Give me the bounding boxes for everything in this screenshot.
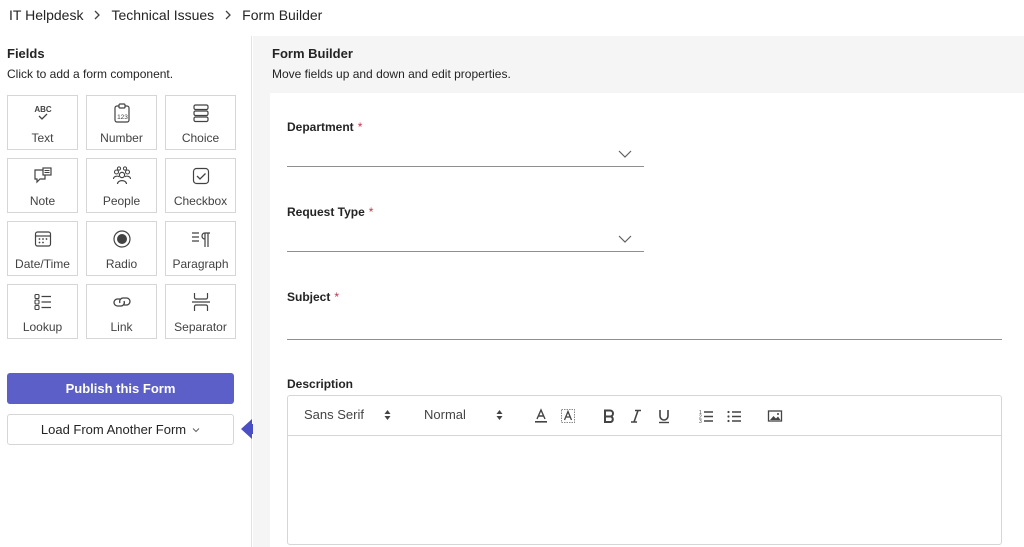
tile-label: Checkbox bbox=[173, 194, 228, 208]
load-from-another-form-button[interactable]: Load From Another Form bbox=[7, 414, 234, 445]
calendar-icon bbox=[32, 228, 54, 250]
chevron-down-icon bbox=[618, 150, 632, 158]
lookup-list-icon bbox=[32, 291, 54, 313]
ordered-list-icon: 123 bbox=[699, 410, 713, 424]
svg-text:ABC: ABC bbox=[34, 105, 52, 114]
fields-panel-subtitle: Click to add a form component. bbox=[7, 67, 174, 81]
updown-arrows-icon bbox=[496, 409, 503, 420]
tile-label: Date/Time bbox=[15, 257, 70, 271]
required-marker: * bbox=[368, 205, 374, 219]
bold-icon bbox=[604, 409, 614, 423]
tile-label: Radio bbox=[105, 257, 138, 271]
people-icon bbox=[111, 165, 133, 187]
request-type-dropdown[interactable] bbox=[287, 230, 644, 252]
text-color-button[interactable] bbox=[531, 406, 551, 426]
font-family-select[interactable]: Sans Serif bbox=[304, 407, 391, 422]
tile-choice[interactable]: Choice bbox=[165, 95, 236, 150]
tile-radio[interactable]: Radio bbox=[86, 221, 157, 276]
field-tiles-grid: ABC Text 123 Number Choice Note People C… bbox=[7, 95, 236, 339]
text-abc-icon: ABC bbox=[32, 102, 54, 124]
updown-arrows-icon bbox=[384, 409, 391, 420]
breadcrumb-technical-issues[interactable]: Technical Issues bbox=[111, 7, 214, 23]
tile-label: Separator bbox=[174, 320, 227, 334]
tile-label: Text bbox=[31, 131, 54, 145]
bold-button[interactable] bbox=[599, 406, 619, 426]
chevron-down-icon bbox=[192, 427, 200, 432]
load-button-label: Load From Another Form bbox=[40, 422, 187, 437]
breadcrumb-it-helpdesk[interactable]: IT Helpdesk bbox=[9, 7, 83, 23]
note-comment-icon bbox=[32, 165, 54, 187]
paragraph-icon bbox=[190, 228, 212, 250]
tile-note[interactable]: Note bbox=[7, 158, 78, 213]
fields-panel: Fields Click to add a form component. AB… bbox=[0, 36, 252, 547]
checkbox-icon bbox=[190, 165, 212, 187]
form-builder-panel: Form Builder Move fields up and down and… bbox=[253, 36, 1024, 547]
tile-label: Note bbox=[29, 194, 56, 208]
subject-input[interactable] bbox=[287, 316, 1002, 340]
text-color-icon bbox=[535, 408, 547, 423]
breadcrumb: IT Helpdesk Technical Issues Form Builde… bbox=[9, 6, 322, 24]
chevron-right-icon bbox=[83, 10, 111, 20]
tile-number[interactable]: 123 Number bbox=[86, 95, 157, 150]
breadcrumb-form-builder[interactable]: Form Builder bbox=[242, 7, 322, 23]
italic-button[interactable] bbox=[626, 406, 646, 426]
italic-icon bbox=[631, 409, 641, 423]
department-label: Department * bbox=[287, 120, 362, 134]
chevron-right-icon bbox=[214, 10, 242, 20]
chevron-down-icon bbox=[618, 235, 632, 243]
publish-form-button[interactable]: Publish this Form bbox=[7, 373, 234, 404]
department-dropdown[interactable] bbox=[287, 145, 644, 167]
tile-label: Lookup bbox=[22, 320, 63, 334]
highlight-color-button[interactable] bbox=[558, 406, 578, 426]
form-builder-title: Form Builder bbox=[272, 46, 353, 61]
bullet-list-icon bbox=[727, 410, 741, 423]
form-canvas: Department * Request Type * Subject * Descr… bbox=[270, 93, 1024, 547]
tile-link[interactable]: Link bbox=[86, 284, 157, 339]
tile-people[interactable]: People bbox=[86, 158, 157, 213]
tile-lookup[interactable]: Lookup bbox=[7, 284, 78, 339]
tile-label: Choice bbox=[181, 131, 220, 145]
tile-date-time[interactable]: Date/Time bbox=[7, 221, 78, 276]
underline-icon bbox=[659, 410, 669, 424]
choice-list-icon bbox=[190, 102, 212, 124]
tile-paragraph[interactable]: Paragraph bbox=[165, 221, 236, 276]
subject-label-text: Subject bbox=[287, 290, 331, 304]
tile-checkbox[interactable]: Checkbox bbox=[165, 158, 236, 213]
description-label: Description bbox=[287, 377, 354, 391]
tile-label: Paragraph bbox=[172, 257, 229, 271]
fields-panel-title: Fields bbox=[7, 46, 45, 61]
bullet-list-button[interactable] bbox=[724, 406, 744, 426]
department-label-text: Department bbox=[287, 120, 354, 134]
editor-toolbar: Sans Serif Normal 1 2 3 bbox=[288, 396, 1001, 436]
tile-label: People bbox=[102, 194, 141, 208]
svg-text:3: 3 bbox=[699, 419, 702, 424]
request-type-label: Request Type * bbox=[287, 205, 373, 219]
tile-label: Link bbox=[110, 320, 133, 334]
highlight-color-icon bbox=[561, 409, 575, 423]
number-clipboard-icon: 123 bbox=[111, 102, 133, 124]
ordered-list-button[interactable]: 123 bbox=[696, 406, 716, 426]
description-rich-text-editor: Sans Serif Normal 1 2 3 bbox=[287, 395, 1002, 545]
svg-text:123: 123 bbox=[117, 114, 128, 121]
link-icon bbox=[111, 291, 133, 313]
request-type-label-text: Request Type bbox=[287, 205, 365, 219]
required-marker: * bbox=[357, 120, 363, 134]
description-editor-body[interactable] bbox=[288, 437, 1001, 545]
font-size-value: Normal bbox=[424, 407, 466, 422]
subject-label: Subject * bbox=[287, 290, 339, 304]
font-size-select[interactable]: Normal bbox=[424, 407, 503, 422]
required-marker: * bbox=[334, 290, 340, 304]
insert-image-button[interactable] bbox=[765, 406, 785, 426]
image-icon bbox=[767, 410, 783, 422]
tile-text[interactable]: ABC Text bbox=[7, 95, 78, 150]
underline-button[interactable] bbox=[654, 406, 674, 426]
font-family-value: Sans Serif bbox=[304, 407, 364, 422]
tile-separator[interactable]: Separator bbox=[165, 284, 236, 339]
radio-icon bbox=[111, 228, 133, 250]
tile-label: Number bbox=[100, 131, 143, 145]
form-builder-subtitle: Move fields up and down and edit propert… bbox=[272, 67, 511, 81]
separator-icon bbox=[190, 291, 212, 313]
